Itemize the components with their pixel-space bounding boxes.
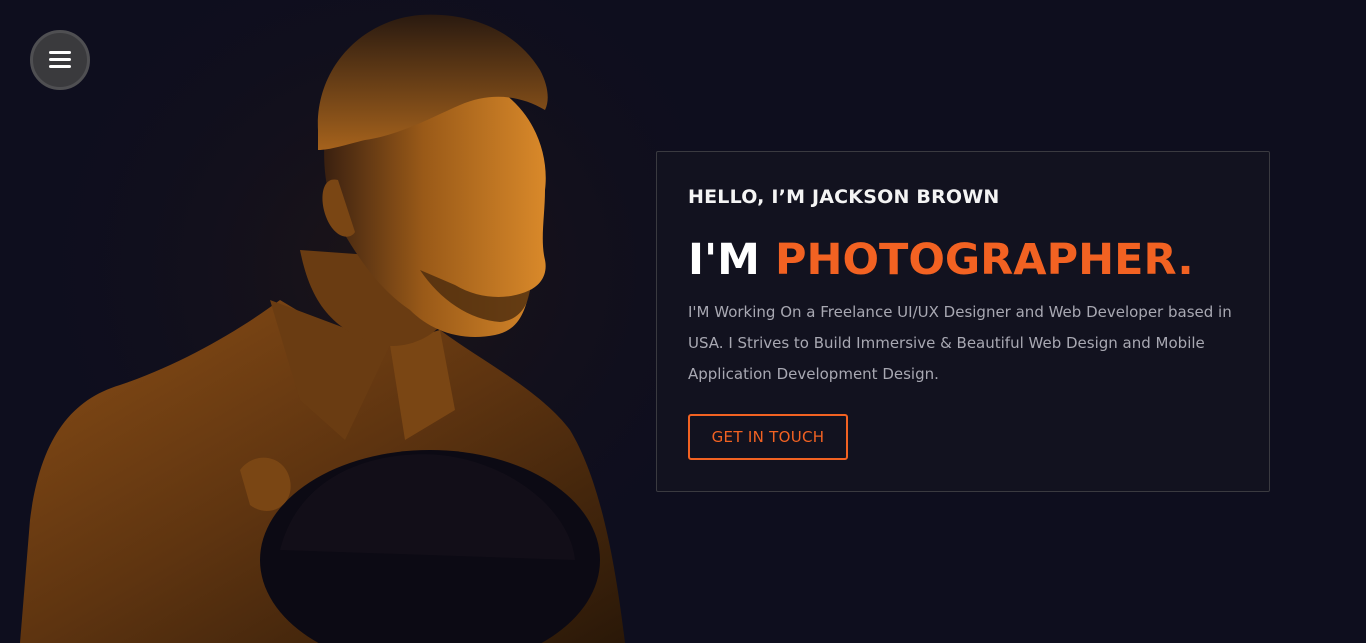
headline-prefix: I'M <box>688 235 775 285</box>
greeting-text: HELLO, I’M JACKSON BROWN <box>688 186 1000 208</box>
headline-role: PHOTOGRAPHER. <box>774 235 1194 285</box>
intro-description: I'M Working On a Freelance UI/UX Designe… <box>688 303 1232 383</box>
portrait-photo <box>0 0 680 643</box>
menu-button[interactable] <box>30 30 90 90</box>
hero-section: HELLO, I’M JACKSON BROWN I'M PHOTOGRAPHE… <box>0 0 1366 643</box>
headline: I'M PHOTOGRAPHER. <box>688 232 1194 288</box>
hamburger-menu-icon <box>49 51 71 69</box>
get-in-touch-button[interactable]: GET IN TOUCH <box>688 414 848 460</box>
intro-card: HELLO, I’M JACKSON BROWN I'M PHOTOGRAPHE… <box>656 151 1270 492</box>
